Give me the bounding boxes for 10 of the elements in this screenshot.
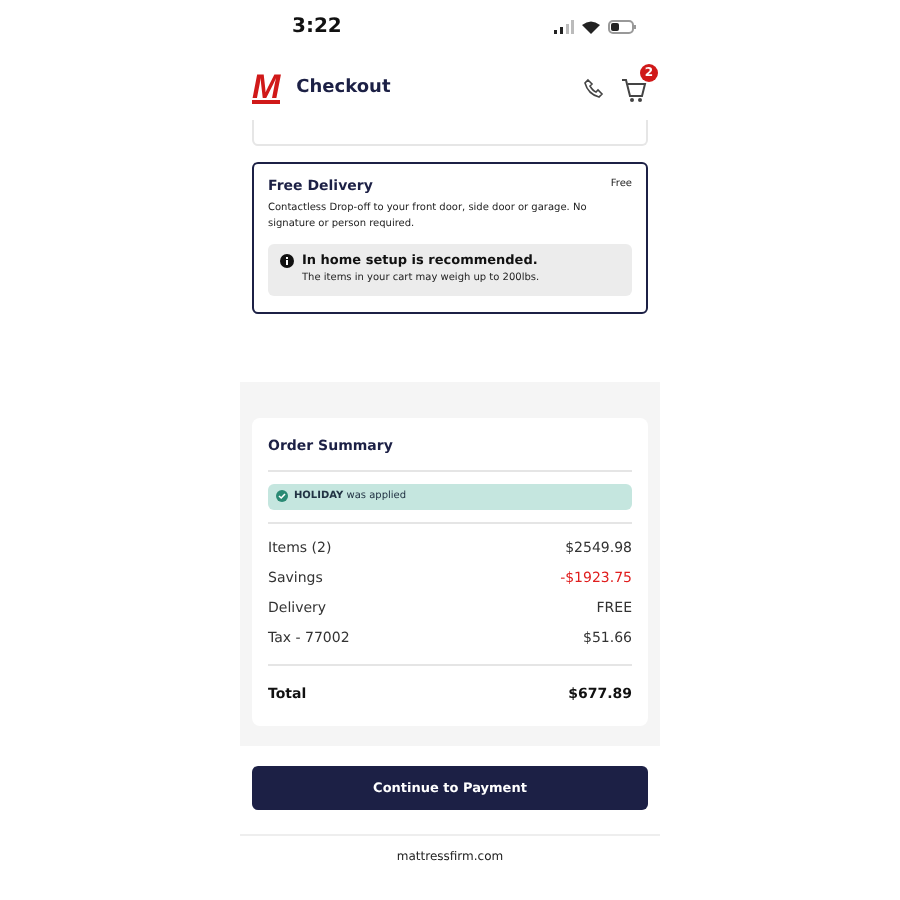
check-icon [276,490,288,502]
wifi-icon [582,19,600,33]
brand-logo[interactable]: M [252,73,281,103]
signal-icon [554,19,574,33]
battery-icon [608,19,636,33]
page-title: Checkout [296,78,393,98]
phone-icon[interactable] [584,78,604,98]
info-icon [280,253,294,267]
status-time: 3:22 [292,15,342,37]
cart-icon[interactable] [620,76,648,104]
